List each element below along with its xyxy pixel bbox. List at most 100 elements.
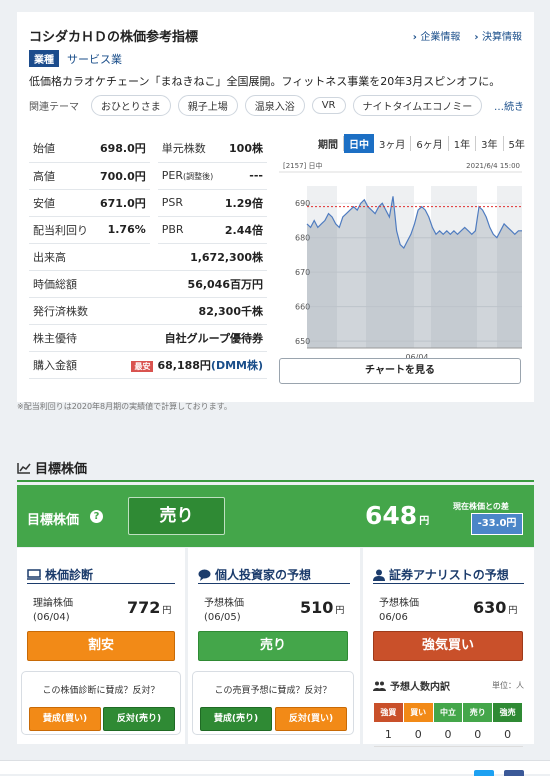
tab-5years[interactable]: 5年 xyxy=(504,136,530,151)
target-label: 目標株価 xyxy=(27,513,80,528)
chart-line-icon xyxy=(17,462,31,474)
stats-table: 始値 698.0円 単元株数 100株 高値 700.0円 PER(調整後) --- 安… xyxy=(29,135,267,379)
stat-label: PBR xyxy=(149,216,220,244)
vote-question: この株価診断に賛成？反対？ xyxy=(42,686,160,696)
footer-bar xyxy=(0,760,550,774)
sublabel-date: 06/06 xyxy=(379,612,408,623)
agree-button[interactable]: 賛成(売り) xyxy=(200,707,272,731)
breakdown-header: 予想人数内訳 単位：人 xyxy=(373,678,524,693)
stat-value: 100株 xyxy=(219,135,267,163)
sector-tag: 業種 xyxy=(29,50,59,67)
theme-chip[interactable]: VR xyxy=(311,97,346,114)
purchase-amount-cell: 最安 68,188円(DMM株) xyxy=(94,351,267,379)
theme-chip[interactable]: 親子上場 xyxy=(177,95,238,116)
per-sublabel: (調整後) xyxy=(182,172,214,181)
shareholder-benefit-link[interactable]: 株主優待 xyxy=(29,324,95,352)
individual-forecast-panel: 個人投資家の予想 予想株価 (06/05) 510 円 売り この売買予想に賛成？反… xyxy=(188,548,360,744)
theme-chip[interactable]: おひとりさま xyxy=(91,95,171,116)
financial-info-link[interactable]: 決算情報 xyxy=(474,28,522,43)
themes-more-link[interactable]: …続き xyxy=(494,98,524,113)
stat-label: 始値 xyxy=(29,135,95,163)
diff-value: -33.0円 xyxy=(471,513,523,535)
vote-box: この売買予想に賛成？反対？ 賛成(売り) 反対(買い) xyxy=(192,671,354,735)
dividend-note: ※配当利回りは2020年8月期の実績値で計算しております。 xyxy=(17,402,232,411)
section-title: 目標株価 xyxy=(35,462,88,477)
disagree-button[interactable]: 反対(売り) xyxy=(103,707,175,731)
cheapest-badge: 最安 xyxy=(131,360,154,372)
target-verdict: 売り xyxy=(128,497,225,535)
panel-sublabel: 予想株価 06/06 xyxy=(379,597,419,625)
twitter-icon[interactable] xyxy=(474,770,494,776)
period-label: 期間 xyxy=(313,136,344,151)
count-cell: 0 xyxy=(403,722,434,747)
vote-question: この売買予想に賛成？反対？ xyxy=(214,686,332,696)
panel-price-unit: 円 xyxy=(335,606,345,616)
diff-label: 現在株価との差 xyxy=(453,502,509,511)
sublabel-date: (06/04) xyxy=(33,612,70,623)
stat-label: PSR xyxy=(149,189,220,217)
panel-sublabel: 理論株価 (06/04) xyxy=(33,597,73,625)
dmm-link[interactable]: (DMM株) xyxy=(211,359,263,372)
count-cell: 0 xyxy=(492,722,523,747)
purchase-amount-link[interactable]: 購入金額 xyxy=(29,351,95,379)
person-icon xyxy=(373,569,385,581)
help-icon[interactable]: ? xyxy=(90,510,103,523)
stat-value: 671.0円 xyxy=(94,189,154,217)
tab-3years[interactable]: 3年 xyxy=(476,136,504,151)
disagree-button[interactable]: 反対(買い) xyxy=(275,707,347,731)
tab-3months[interactable]: 3ヶ月 xyxy=(374,136,412,151)
target-price-bar: 目標株価 ? 売り 648 円 現在株価との差 -33.0円 xyxy=(17,485,534,547)
panel-price-value: 630 xyxy=(473,598,507,617)
panel-price-value: 510 xyxy=(300,598,334,617)
stat-label: 安値 xyxy=(29,189,95,217)
price-diagnosis-panel: 株価診断 理論株価 (06/04) 772 円 割安 この株価診断に賛成？反対？ 賛… xyxy=(17,548,185,744)
forecast-verdict: 売り xyxy=(198,631,348,661)
breakdown-table: 強買 買い 中立 売り 強売 1 0 0 0 0 xyxy=(373,702,523,747)
tab-intraday[interactable]: 日中 xyxy=(344,134,374,153)
theme-chip[interactable]: 温泉入浴 xyxy=(244,95,305,116)
stat-label: 高値 xyxy=(29,162,95,190)
view-chart-button[interactable]: チャートを見る xyxy=(279,358,521,384)
stat-label: PER(調整後) xyxy=(149,162,220,190)
panel-price: 772 円 xyxy=(127,598,171,617)
analyst-verdict: 強気買い xyxy=(373,631,523,661)
panel-sublabel: 予想株価 (06/05) xyxy=(204,597,244,625)
stat-label: 配当利回り xyxy=(29,216,95,244)
tab-6months[interactable]: 6ヶ月 xyxy=(411,136,449,151)
stat-value: 698.0円 xyxy=(94,135,154,163)
chart-datetime: 2021/6/4 15:00 xyxy=(466,162,520,170)
header-strong-sell: 強売 xyxy=(492,702,523,723)
per-label: PER xyxy=(161,169,183,182)
reference-indicators-card: コシダカＨＤの株価参考指標 企業情報 決算情報 業種 サービス業 低価格カラオケ… xyxy=(17,12,534,402)
company-description: 低価格カラオケチェーン「まねきねこ」全国展開。フィットネス事業を20年3月スピン… xyxy=(29,75,501,88)
stat-label: 単元株数 xyxy=(149,135,220,163)
theme-row: 関連テーマ おひとりさま 親子上場 温泉入浴 VR ナイトタイムエコノミー …続… xyxy=(29,95,524,116)
panel-price: 630 円 xyxy=(473,598,517,617)
vote-box: この株価診断に賛成？反対？ 賛成(買い) 反対(売り) xyxy=(21,671,181,735)
panel-title: 株価診断 xyxy=(45,568,94,582)
sector-link[interactable]: サービス業 xyxy=(67,51,122,67)
target-price-unit: 円 xyxy=(419,516,430,527)
benefit-value-link[interactable]: 自社グループ優待券 xyxy=(94,324,267,352)
tab-1year[interactable]: 1年 xyxy=(449,136,477,151)
header-strong-buy: 強買 xyxy=(373,702,404,723)
purchase-amount-value: 68,188円 xyxy=(157,358,211,372)
header-buy: 買い xyxy=(402,702,434,723)
stat-label: 時価総額 xyxy=(29,270,95,298)
stat-value: 2.44倍 xyxy=(219,216,267,244)
group-icon xyxy=(373,681,386,691)
count-cell: 1 xyxy=(373,722,404,747)
stat-value: 700.0円 xyxy=(94,162,154,190)
stat-value: 82,300千株 xyxy=(94,297,267,325)
header-neutral: 中立 xyxy=(432,702,464,723)
facebook-icon[interactable] xyxy=(504,770,524,776)
theme-chip[interactable]: ナイトタイムエコノミー xyxy=(352,95,483,116)
company-info-link[interactable]: 企業情報 xyxy=(413,28,460,43)
page-title: コシダカＨＤの株価参考指標 xyxy=(29,30,199,45)
panel-title: 個人投資家の予想 xyxy=(215,568,312,582)
sublabel-line: 理論株価 xyxy=(33,598,73,609)
agree-button[interactable]: 賛成(買い) xyxy=(29,707,101,731)
period-tabs: 期間 日中 3ヶ月 6ヶ月 1年 3年 5年 xyxy=(313,134,530,153)
theme-label: 関連テーマ xyxy=(29,102,79,113)
chart-code-label: [2157] 日中 xyxy=(283,161,323,170)
